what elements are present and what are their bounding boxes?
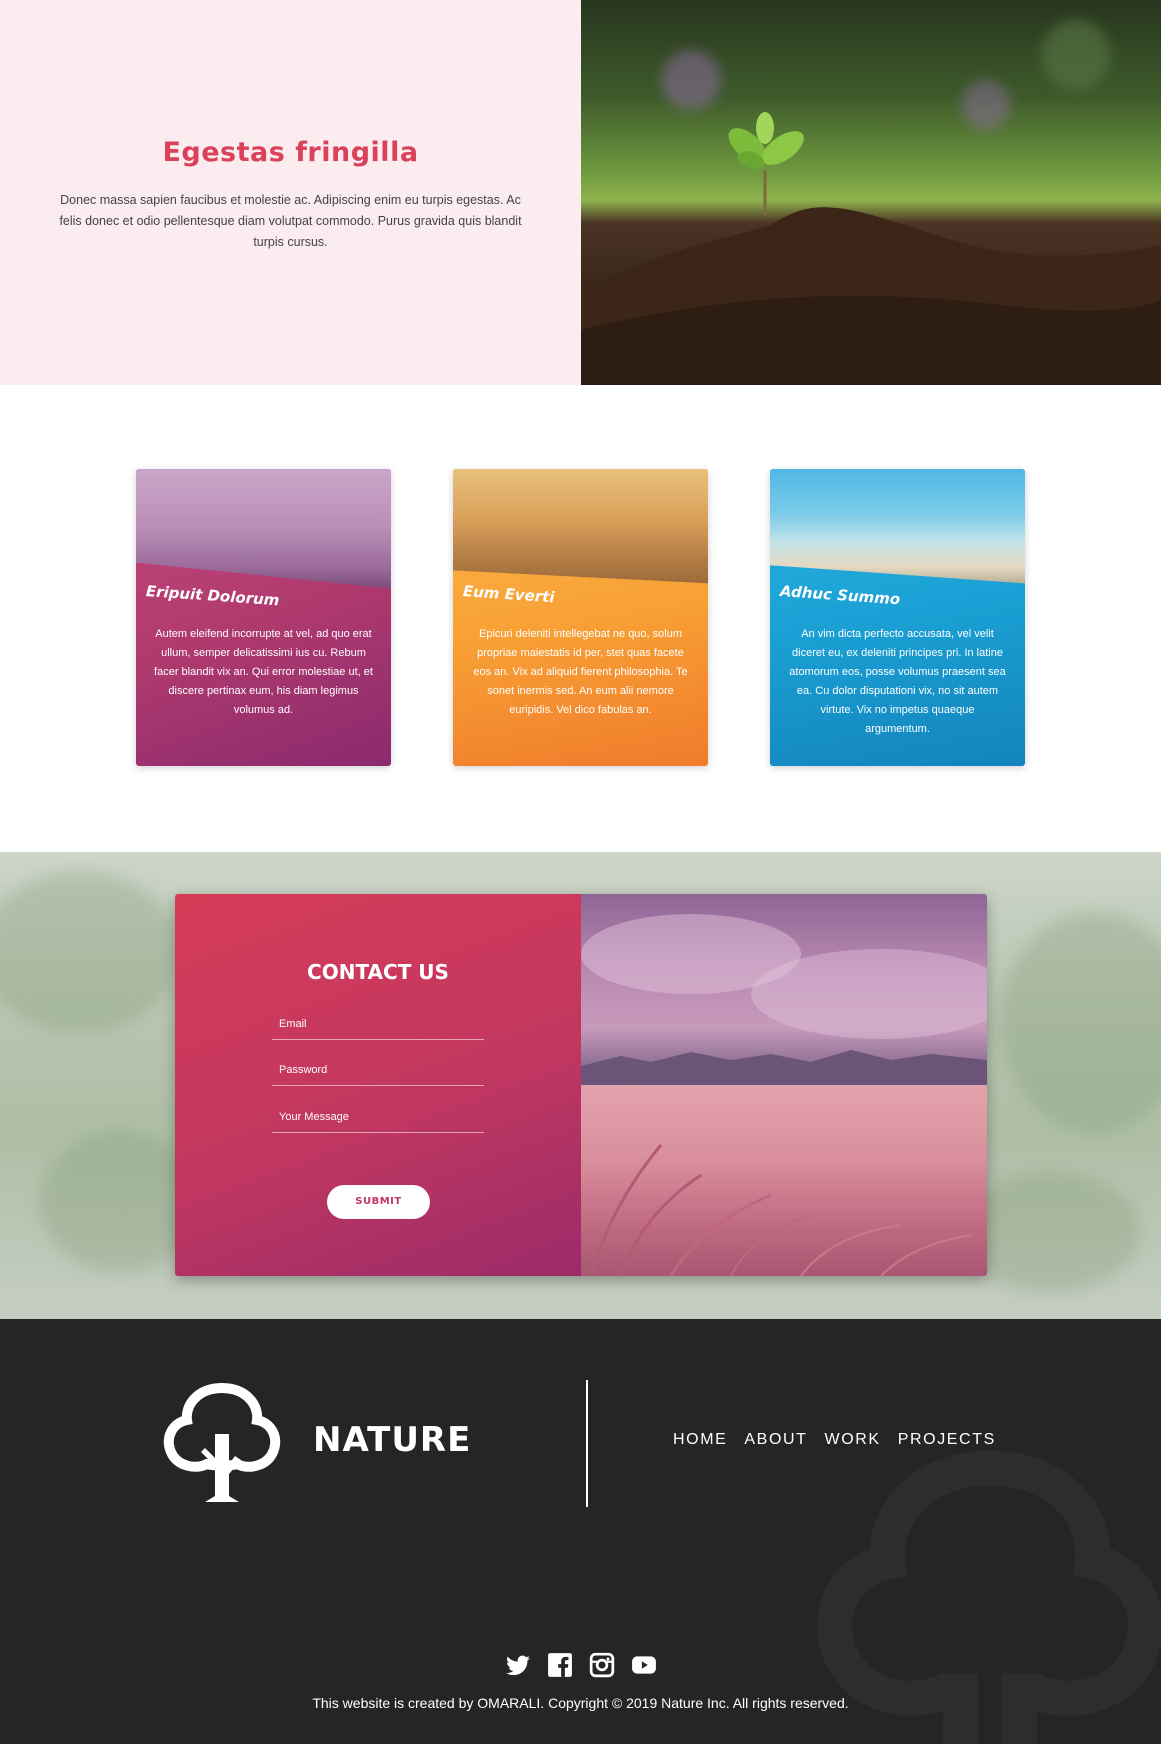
footer-nav: HOME ABOUT WORK PROJECTS <box>673 1431 996 1449</box>
background-foliage <box>1000 912 1161 1132</box>
card-image <box>136 469 391 589</box>
feature-card[interactable]: Eripuit Dolorum Autem eleifend incorrupt… <box>136 469 391 766</box>
email-field[interactable]: Email <box>272 1010 484 1040</box>
footer: NATURE HOME ABOUT WORK PROJECTS This web… <box>0 1319 1161 1744</box>
clouds-image <box>581 894 987 1085</box>
footer-divider <box>586 1380 588 1507</box>
nav-work[interactable]: WORK <box>825 1431 881 1449</box>
contact-form: CONTACT US Email Password Your Message S… <box>175 894 581 1276</box>
card-heading: Eum Everti <box>462 582 556 607</box>
feature-card[interactable]: Eum Everti Epicuri deleniti intellegebat… <box>453 469 708 766</box>
features-section: Eripuit Dolorum Autem eleifend incorrupt… <box>0 385 1161 852</box>
password-field[interactable]: Password <box>272 1056 484 1086</box>
background-foliage <box>960 1172 1140 1292</box>
background-foliage <box>0 872 180 1032</box>
card-image <box>453 469 708 584</box>
instagram-icon[interactable] <box>589 1652 615 1678</box>
card-image <box>770 469 1025 584</box>
feature-card[interactable]: Adhuc Summo An vim dicta perfecto accusa… <box>770 469 1025 766</box>
contact-section: CONTACT US Email Password Your Message S… <box>0 852 1161 1319</box>
hero-title: Egestas fringilla <box>162 137 419 168</box>
twitter-icon[interactable] <box>505 1652 531 1678</box>
youtube-icon[interactable] <box>631 1652 657 1678</box>
card-heading: Eripuit Dolorum <box>145 582 280 610</box>
grass-image <box>581 1085 987 1276</box>
nav-projects[interactable]: PROJECTS <box>898 1431 996 1449</box>
contact-title: CONTACT US <box>307 960 449 984</box>
mountain-range-illustration <box>581 914 987 1085</box>
card-text: An vim dicta perfecto accusata, vel veli… <box>789 628 1006 735</box>
copyright-text: This website is created by OMARALI. Copy… <box>312 1695 849 1711</box>
tree-icon <box>163 1383 281 1502</box>
submit-button[interactable]: SUBMIT <box>327 1185 430 1219</box>
card-text: Autem eleifend incorrupte at vel, ad quo… <box>154 628 373 716</box>
card-heading: Adhuc Summo <box>779 582 901 609</box>
hero-description: Donec massa sapien faucibus et molestie … <box>59 193 522 249</box>
message-field[interactable]: Your Message <box>272 1103 484 1133</box>
hero-text-panel: Egestas fringilla Donec massa sapien fau… <box>0 0 581 385</box>
nav-home[interactable]: HOME <box>673 1431 727 1449</box>
nav-about[interactable]: ABOUT <box>744 1431 807 1449</box>
grass-illustration <box>589 1144 972 1276</box>
hero-image <box>581 0 1161 385</box>
facebook-icon[interactable] <box>547 1652 573 1678</box>
card-text: Epicuri deleniti intellegebat ne quo, so… <box>473 628 688 716</box>
contact-card: CONTACT US Email Password Your Message S… <box>175 894 987 1276</box>
logo-text[interactable]: NATURE <box>313 1420 471 1460</box>
social-links <box>505 1652 657 1678</box>
seedling-illustration <box>581 112 1161 385</box>
hero-section: Egestas fringilla Donec massa sapien fau… <box>0 0 1161 385</box>
